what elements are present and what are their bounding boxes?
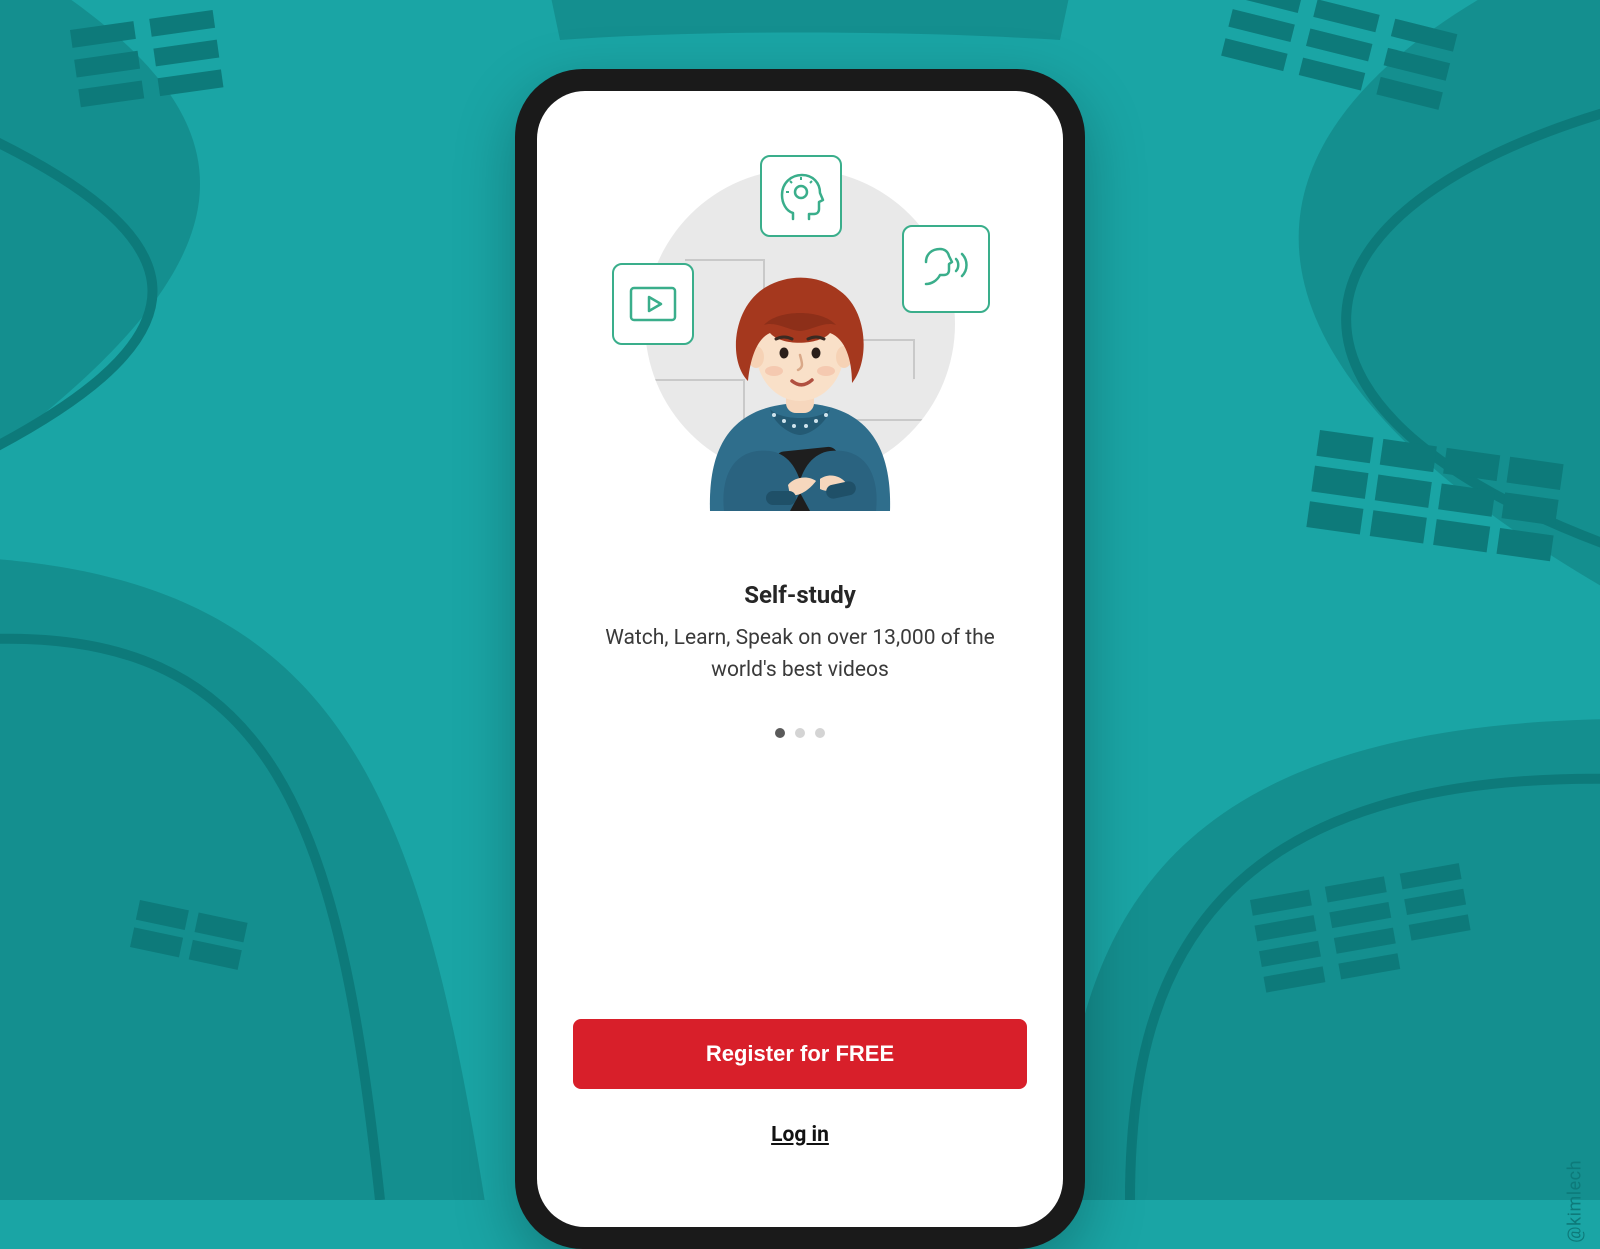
onboarding-subtitle: Watch, Learn, Speak on over 13,000 of th… <box>587 623 1013 686</box>
onboarding-actions: Register for FREE Log in <box>537 1019 1063 1227</box>
page-dot-1[interactable] <box>775 728 785 738</box>
onboarding-title: Self-study <box>587 581 1013 609</box>
speak-sound-icon <box>902 225 990 313</box>
page-dot-3[interactable] <box>815 728 825 738</box>
register-button[interactable]: Register for FREE <box>573 1019 1027 1089</box>
page-dot-2[interactable] <box>795 728 805 738</box>
idea-head-icon <box>760 155 842 237</box>
page-indicator[interactable] <box>587 728 1013 738</box>
onboarding-text: Self-study Watch, Learn, Speak on over 1… <box>537 511 1063 738</box>
watermark-handle: @kimlech <box>1565 1160 1586 1243</box>
onboarding-hero <box>537 91 1063 511</box>
phone-frame: Self-study Watch, Learn, Speak on over 1… <box>515 69 1085 1249</box>
play-video-icon <box>612 263 694 345</box>
login-link[interactable]: Log in <box>771 1123 829 1147</box>
phone-screen: Self-study Watch, Learn, Speak on over 1… <box>537 91 1063 1227</box>
person-illustration <box>670 221 930 511</box>
